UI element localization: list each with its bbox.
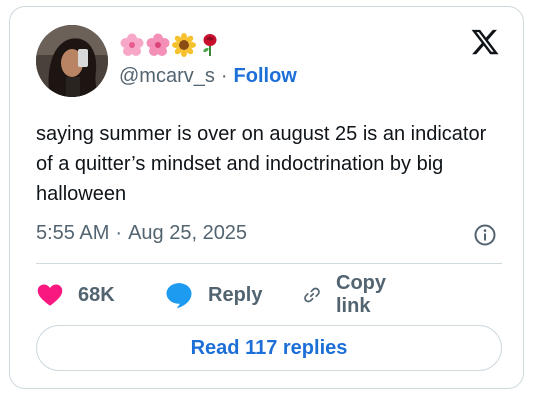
separator: · <box>115 222 123 244</box>
tweet-time: 5:55 AM <box>36 222 110 244</box>
copy-link-label: Copy link <box>336 272 386 317</box>
separator: · <box>220 65 228 87</box>
like-button[interactable]: 68K <box>36 279 115 311</box>
rose-icon <box>203 34 217 56</box>
follow-button[interactable]: Follow <box>234 65 297 88</box>
sunflower-icon <box>172 33 196 57</box>
copy-link-button[interactable]: Copy link <box>302 272 396 317</box>
handle-row: @mcarv_s · Follow <box>119 65 297 88</box>
info-icon[interactable] <box>473 223 497 247</box>
cherry-blossom-icon <box>146 33 170 56</box>
user-handle[interactable]: @mcarv_s <box>119 65 215 88</box>
link-icon <box>304 287 320 303</box>
tweet-date: Aug 25, 2025 <box>128 222 248 244</box>
like-count: 68K <box>78 283 115 306</box>
tweet-text: saying summer is over on august 25 is an… <box>36 123 487 205</box>
x-logo-icon[interactable] <box>470 27 500 57</box>
tweet-card: @mcarv_s · Follow saying summer is over … <box>9 6 524 389</box>
display-name[interactable] <box>120 33 222 57</box>
reply-button[interactable]: Reply <box>164 279 262 311</box>
read-replies-button[interactable]: Read 117 replies <box>36 325 502 371</box>
timestamp[interactable]: 5:55 AM · Aug 25, 2025 <box>36 222 247 245</box>
heart-icon <box>37 284 63 306</box>
cherry-blossom-icon <box>120 33 144 56</box>
divider <box>36 263 502 264</box>
reply-label: Reply <box>208 283 263 306</box>
speech-bubble-icon <box>166 283 192 309</box>
avatar[interactable] <box>36 25 108 97</box>
